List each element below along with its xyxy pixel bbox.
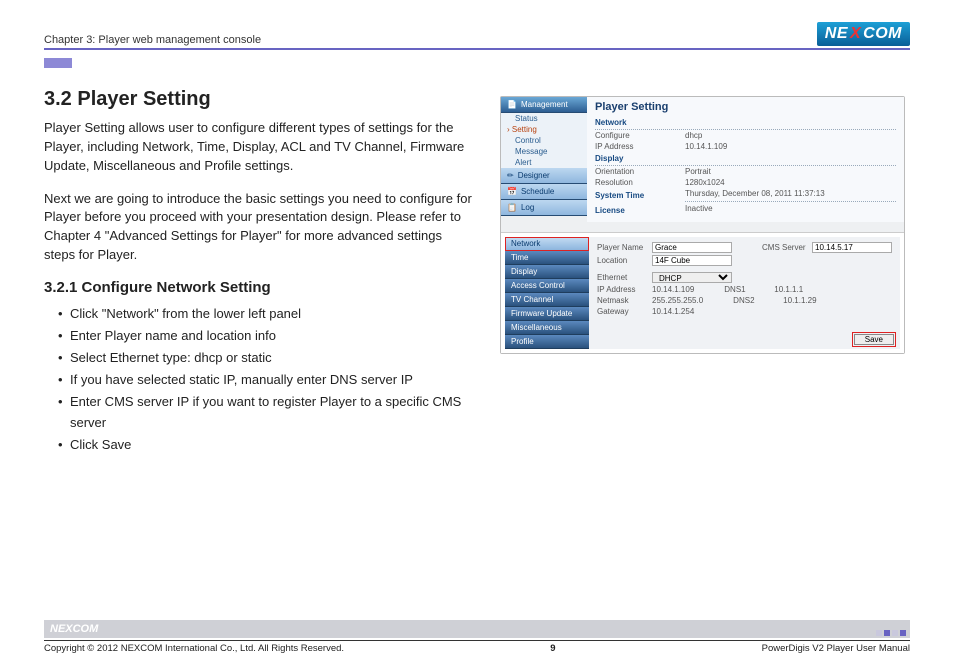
list-item: If you have selected static IP, manually…	[58, 370, 474, 390]
player-name-label: Player Name	[597, 243, 652, 252]
location-label: Location	[597, 256, 652, 265]
logo-part-right: COM	[863, 25, 902, 43]
sidebar-item-schedule[interactable]: 📅 Schedule	[501, 184, 587, 200]
footer-logo: NEXCOM	[50, 623, 98, 635]
ethernet-select[interactable]: DHCP	[652, 272, 732, 283]
save-button[interactable]: Save	[854, 334, 894, 345]
sidebar-item-label: Log	[521, 203, 534, 212]
sidebar-sub-setting[interactable]: Setting	[501, 124, 587, 135]
ethernet-label: Ethernet	[597, 273, 652, 282]
list-item: Enter Player name and location info	[58, 326, 474, 346]
field-label: Orientation	[595, 167, 685, 176]
list-item: Select Ethernet type: dhcp or static	[58, 348, 474, 368]
page-title: 3.2 Player Setting	[44, 88, 474, 111]
instruction-list: Click "Network" from the lower left pane…	[44, 304, 474, 455]
sidebar-sub-alert[interactable]: Alert	[501, 157, 587, 168]
intro-paragraph-2: Next we are going to introduce the basic…	[44, 190, 474, 265]
page-number: 9	[550, 643, 555, 654]
dns2-value: 10.1.1.29	[783, 296, 816, 305]
section-heading: 3.2.1 Configure Network Setting	[44, 279, 474, 296]
tab-display[interactable]: Display	[505, 265, 589, 279]
sidebar-sub-control[interactable]: Control	[501, 135, 587, 146]
sidebar-item-label: Schedule	[521, 187, 554, 196]
manual-title: PowerDigis V2 Player User Manual	[762, 643, 910, 654]
list-item: Click Save	[58, 435, 474, 455]
section-license: License	[595, 204, 685, 217]
brand-logo: NEXCOM	[817, 22, 910, 46]
field-value: Portrait	[685, 167, 896, 176]
sidebar-item-designer[interactable]: ✏ Designer	[501, 168, 587, 184]
intro-paragraph-1: Player Setting allows user to configure …	[44, 119, 474, 176]
gateway-label: Gateway	[597, 307, 652, 316]
dns1-value: 10.1.1.1	[774, 285, 803, 294]
tab-profile[interactable]: Profile	[505, 335, 589, 349]
netmask-value: 255.255.255.0	[652, 296, 703, 305]
tab-network[interactable]: Network	[505, 237, 589, 251]
section-display: Display	[595, 152, 896, 166]
field-value: dhcp	[685, 131, 896, 140]
field-label: Resolution	[595, 178, 685, 187]
sidebar-item-log[interactable]: 📋 Log	[501, 200, 587, 216]
logo-part-left: NE	[825, 25, 848, 43]
field-label: IP Address	[595, 142, 685, 151]
list-item: Enter CMS server IP if you want to regis…	[58, 392, 474, 432]
sidebar-sub-status[interactable]: Status	[501, 113, 587, 124]
dns2-label: DNS2	[733, 296, 783, 305]
tab-firmware-update[interactable]: Firmware Update	[505, 307, 589, 321]
accent-block	[44, 58, 72, 68]
tab-miscellaneous[interactable]: Miscellaneous	[505, 321, 589, 335]
console-screenshot: 📄 Management Status Setting Control Mess…	[500, 96, 905, 354]
sidebar-sub-message[interactable]: Message	[501, 146, 587, 157]
tab-tv-channel[interactable]: TV Channel	[505, 293, 589, 307]
footer-accent-icon	[876, 630, 906, 636]
cms-server-label: CMS Server	[762, 243, 812, 252]
tab-access-control[interactable]: Access Control	[505, 279, 589, 293]
field-value: Thursday, December 08, 2011 11:37:13	[685, 189, 896, 202]
panel-title: Player Setting	[595, 101, 896, 113]
field-value: 1280x1024	[685, 178, 896, 187]
ip-label: IP Address	[597, 285, 652, 294]
logo-part-x: X	[850, 25, 861, 43]
ip-value: 10.14.1.109	[652, 285, 694, 294]
sidebar-item-label: Management	[521, 100, 568, 109]
dns1-label: DNS1	[724, 285, 774, 294]
chapter-label: Chapter 3: Player web management console	[44, 34, 261, 46]
netmask-label: Netmask	[597, 296, 652, 305]
tab-time[interactable]: Time	[505, 251, 589, 265]
sidebar-item-label: Designer	[518, 171, 550, 180]
field-label: Configure	[595, 131, 685, 140]
copyright-text: Copyright © 2012 NEXCOM International Co…	[44, 643, 344, 654]
list-item: Click "Network" from the lower left pane…	[58, 304, 474, 324]
sidebar-item-management[interactable]: 📄 Management	[501, 97, 587, 113]
section-network: Network	[595, 116, 896, 130]
section-systime: System Time	[595, 189, 685, 202]
cms-server-input[interactable]	[812, 242, 892, 253]
field-value: Inactive	[685, 204, 896, 217]
player-name-input[interactable]	[652, 242, 732, 253]
field-value: 10.14.1.109	[685, 142, 896, 151]
location-input[interactable]	[652, 255, 732, 266]
gateway-value: 10.14.1.254	[652, 307, 694, 316]
